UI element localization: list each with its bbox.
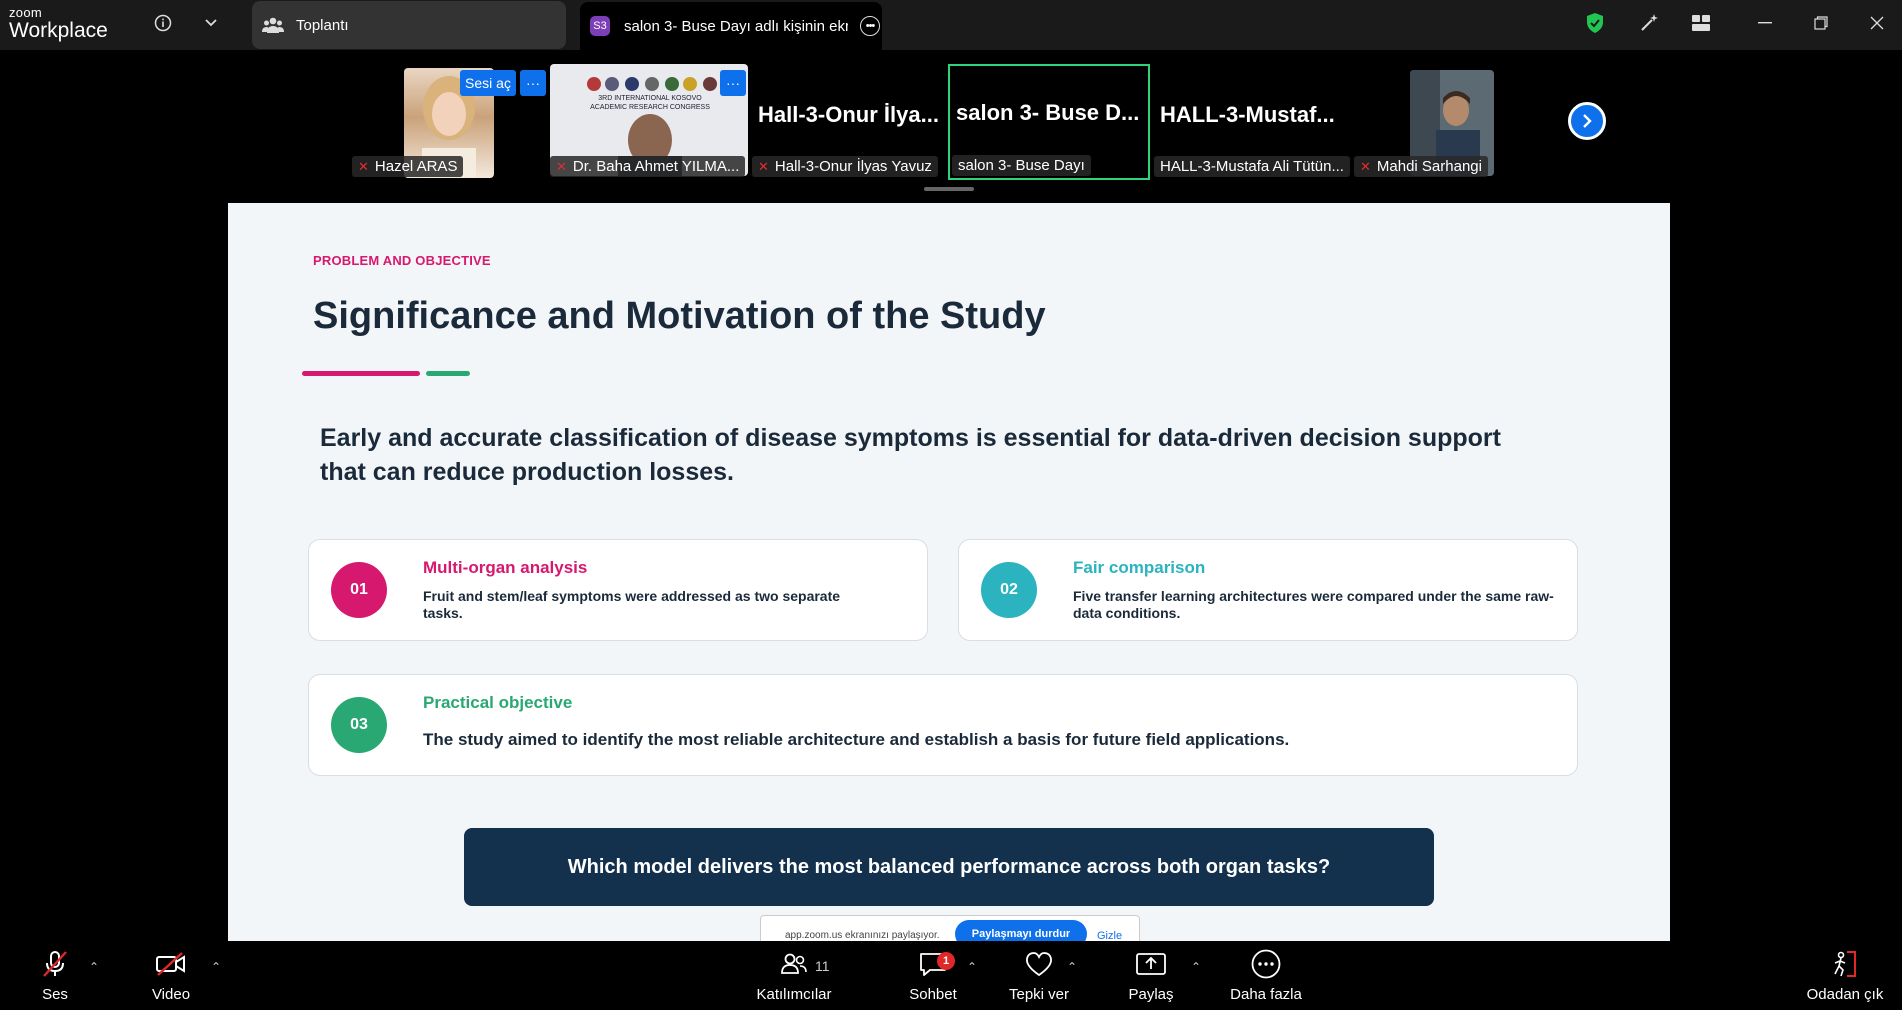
participant-tile[interactable]: Hall-3-Onur İlya... ✕ Hall-3-Onur İlyas Y…	[752, 64, 946, 180]
participant-big-name: HALL-3-Mustaf...	[1160, 102, 1335, 127]
slide-lead: Early and accurate classification of dis…	[320, 424, 1501, 486]
card-text: Five transfer learning architectures wer…	[1073, 588, 1554, 621]
card-text: Fruit and stem/leaf symptoms were addres…	[423, 588, 841, 621]
share-button[interactable]: Paylaş	[1124, 942, 1178, 1010]
participant-name: ✕ Mahdi Sarhangi	[1354, 156, 1488, 177]
card-text: The study aimed to identify the most rel…	[423, 730, 1290, 749]
leave-room-button[interactable]: Odadan çık	[1800, 942, 1890, 1010]
brand-bottom: Workplace	[9, 19, 108, 42]
share-options-caret[interactable]: ⌃	[1191, 960, 1201, 974]
participants-label: Katılımcılar	[756, 986, 832, 1003]
stop-sharing-button[interactable]: Paylaşmayı durdur	[955, 920, 1087, 941]
slide-title: Significance and Motivation of the Study	[313, 295, 1046, 337]
more-options-icon[interactable]: •••	[860, 16, 880, 36]
participant-name: salon 3- Buse Dayı	[952, 155, 1091, 176]
video-options-caret[interactable]: ⌃	[211, 960, 221, 974]
video-button[interactable]: Video	[146, 942, 196, 1010]
share-badge: S3	[590, 16, 610, 36]
participant-tile[interactable]: HALL-3-Mustaf... HALL-3-Mustafa Ali Tütü…	[1154, 64, 1350, 180]
more-button[interactable]: Daha fazla	[1224, 942, 1308, 1010]
participants-icon	[779, 942, 809, 986]
active-speaker-tile[interactable]: salon 3- Buse D... salon 3- Buse Dayı	[948, 64, 1150, 180]
gallery-next-button[interactable]	[1568, 102, 1606, 140]
muted-mic-icon: ✕	[358, 158, 369, 174]
tab-share-label: salon 3- Buse Dayı adlı kişinin ekr	[624, 17, 848, 35]
chat-options-caret[interactable]: ⌃	[967, 960, 977, 974]
tab-meeting-label: Toplantı	[296, 16, 349, 34]
participant-tile[interactable]: 3RD INTERNATIONAL KOSOVO ACADEMIC RESEARC…	[550, 64, 748, 180]
unmute-button[interactable]: Sesi aç	[460, 70, 516, 96]
title-bar: zoom Workplace Toplantı S3 salon 3- Buse…	[0, 0, 1902, 50]
card-title: Practical objective	[423, 693, 573, 712]
zoom-logo: zoom Workplace	[9, 6, 108, 41]
card-number: 03	[331, 697, 387, 753]
card-title: Fair comparison	[1073, 558, 1206, 577]
hide-notice-link[interactable]: Gizle	[1097, 930, 1122, 941]
more-dots-icon	[1250, 942, 1282, 986]
participants-count: 11	[815, 958, 830, 974]
heart-icon	[1024, 942, 1054, 986]
audio-button[interactable]: Ses	[28, 942, 82, 1010]
apps-icon[interactable]	[1690, 12, 1712, 34]
video-off-icon	[155, 942, 187, 986]
participant-tile[interactable]: Sesi aç ··· ✕ Hazel ARAS	[352, 64, 546, 180]
reactions-options-caret[interactable]: ⌃	[1067, 960, 1077, 974]
objective-card: 03 Practical objective The study aimed t…	[308, 674, 1578, 776]
shared-screen: PROBLEM AND OBJECTIVE Significance and M…	[228, 203, 1670, 941]
poster-text: 3RD INTERNATIONAL KOSOVO ACADEMIC RESEARC…	[590, 95, 710, 111]
slide-eyebrow: PROBLEM AND OBJECTIVE	[313, 253, 491, 268]
muted-mic-icon: ✕	[556, 158, 567, 174]
tab-screen-share[interactable]: S3 salon 3- Buse Dayı adlı kişinin ekr •…	[580, 2, 882, 50]
more-label: Daha fazla	[1230, 986, 1302, 1003]
participant-gallery: Sesi aç ··· ✕ Hazel ARAS 3RD INTERNATIONA…	[0, 50, 1902, 200]
reactions-label: Tepki ver	[1008, 986, 1070, 1003]
close-icon[interactable]	[1862, 10, 1892, 36]
chevron-down-icon[interactable]	[200, 12, 222, 34]
meeting-toolbar: Ses ⌃ Video ⌃ Katılımcılar 11 Sohbet 1 ⌃…	[0, 942, 1902, 1010]
objective-card: 02 Fair comparison Five transfer learnin…	[958, 539, 1578, 641]
share-screen-icon	[1135, 942, 1167, 986]
slide-question: Which model delivers the most balanced p…	[464, 828, 1434, 906]
participant-name: ✕ Dr. Baha Ahmet YILMA...	[550, 156, 746, 177]
accent-bar-green	[426, 371, 470, 376]
share-notice-bar: app.zoom.us ekranınızı paylaşıyor. Payla…	[760, 915, 1140, 941]
tile-more-button[interactable]: ···	[720, 70, 746, 96]
audio-label: Ses	[42, 986, 68, 1003]
audio-options-caret[interactable]: ⌃	[89, 960, 99, 974]
tile-more-button[interactable]: ···	[520, 70, 546, 96]
chat-button[interactable]: Sohbet	[904, 942, 962, 1010]
muted-mic-icon: ✕	[1360, 158, 1371, 174]
minimize-icon[interactable]	[1750, 10, 1780, 36]
participant-big-name: Hall-3-Onur İlya...	[758, 102, 939, 127]
participant-tile[interactable]: ✕ Mahdi Sarhangi	[1354, 64, 1494, 180]
tab-meeting[interactable]: Toplantı	[252, 1, 566, 49]
muted-mic-icon	[40, 942, 70, 986]
participants-button[interactable]: Katılımcılar	[752, 942, 836, 1010]
people-icon	[262, 14, 284, 36]
shield-icon[interactable]	[1584, 12, 1606, 34]
magic-wand-icon[interactable]	[1638, 12, 1660, 34]
reactions-button[interactable]: Tepki ver	[1004, 942, 1074, 1010]
share-label: Paylaş	[1128, 986, 1174, 1003]
chat-label: Sohbet	[909, 986, 957, 1003]
leave-room-icon	[1829, 942, 1861, 986]
card-number: 01	[331, 562, 387, 618]
leave-label: Odadan çık	[1806, 986, 1884, 1003]
chat-unread-badge: 1	[937, 952, 955, 970]
restore-icon[interactable]	[1806, 10, 1836, 36]
participant-name: ✕ Hazel ARAS	[352, 156, 464, 177]
video-label: Video	[151, 986, 191, 1003]
info-icon[interactable]	[152, 12, 174, 34]
card-number: 02	[981, 562, 1037, 618]
participant-name: HALL-3-Mustafa Ali Tütün...	[1154, 156, 1350, 177]
accent-bar-pink	[302, 371, 420, 376]
gallery-resize-handle[interactable]	[924, 187, 974, 191]
share-notice-text: app.zoom.us ekranınızı paylaşıyor.	[785, 930, 940, 941]
brand-top: zoom	[9, 5, 42, 20]
objective-card: 01 Multi-organ analysis Fruit and stem/l…	[308, 539, 928, 641]
participant-name: ✕ Hall-3-Onur İlyas Yavuz	[752, 156, 938, 177]
card-title: Multi-organ analysis	[423, 558, 588, 577]
participant-big-name: salon 3- Buse D...	[956, 100, 1140, 125]
muted-mic-icon: ✕	[758, 158, 769, 174]
